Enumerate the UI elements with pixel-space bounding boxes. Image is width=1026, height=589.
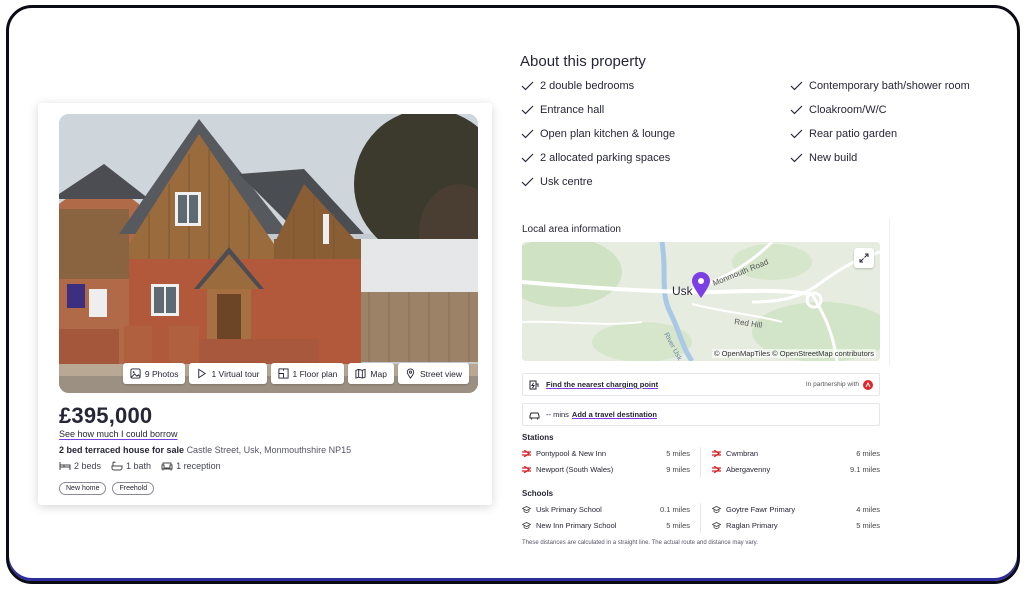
feature-item: Entrance hall [521, 104, 604, 116]
tag-new-home: New home [59, 482, 107, 495]
media-buttons: 9 Photos 1 Virtual tour 1 Floor plan Map… [122, 363, 469, 384]
map-label-town: Usk [672, 284, 694, 298]
tag-freehold: Freehold [112, 482, 155, 495]
school-item: Raglan Primary 5 miles [712, 521, 880, 530]
national-rail-icon [522, 450, 531, 457]
check-icon [790, 105, 803, 115]
car-icon [529, 412, 540, 419]
graduation-cap-icon [712, 522, 721, 529]
spec-beds: 2 beds [59, 461, 101, 471]
feature-item: 2 allocated parking spaces [521, 152, 670, 164]
check-icon [521, 81, 534, 91]
travel-destination-row: -- mins Add a travel destination [522, 403, 880, 426]
sofa-icon [161, 462, 173, 471]
charging-point-link[interactable]: Find the nearest charging point [546, 380, 658, 389]
schools-divider [700, 503, 701, 533]
check-icon [521, 177, 534, 187]
check-icon [790, 129, 803, 139]
local-area-section: Local area information Usk Monmouth Road… [520, 218, 890, 366]
school-item: New Inn Primary School 5 miles [522, 521, 690, 530]
partnership: In partnership with [806, 379, 873, 390]
national-rail-icon [712, 466, 721, 473]
play-icon [198, 368, 207, 379]
property-address: Castle Street, Usk, Monmouthshire NP15 [186, 445, 352, 455]
location-pin-icon [406, 368, 415, 379]
feature-item: Usk centre [521, 176, 593, 188]
local-map[interactable]: Usk Monmouth Road Red Hill River Usk © O… [522, 242, 880, 361]
property-specs: 2 beds 1 bath 1 reception [59, 461, 221, 471]
graduation-cap-icon [522, 522, 531, 529]
spec-bath: 1 bath [111, 461, 151, 471]
expand-icon [859, 253, 869, 263]
check-icon [521, 105, 534, 115]
bath-icon [111, 461, 123, 471]
station-item: Newport (South Wales) 9 miles [522, 465, 690, 474]
property-card: 9 Photos 1 Virtual tour 1 Floor plan Map… [38, 103, 492, 505]
price: £395,000 [59, 403, 153, 428]
feature-item: 2 double bedrooms [521, 80, 634, 92]
bed-icon [59, 462, 71, 470]
check-icon [790, 153, 803, 163]
stations-title: Stations [522, 433, 554, 442]
charging-point-row: Find the nearest charging point In partn… [522, 373, 880, 396]
school-item: Usk Primary School 0.1 miles [522, 505, 690, 514]
national-rail-icon [712, 450, 721, 457]
feature-item: New build [790, 152, 857, 164]
property-tags: New home Freehold [59, 482, 155, 495]
virtual-tour-button[interactable]: 1 Virtual tour [189, 363, 267, 384]
school-item: Goytre Fawr Primary 4 miles [712, 505, 880, 514]
photos-button[interactable]: 9 Photos [122, 363, 186, 384]
distance-footnote: These distances are calculated in a stra… [522, 540, 758, 546]
check-icon [790, 81, 803, 91]
floor-plan-button[interactable]: 1 Floor plan [270, 363, 345, 384]
ev-charger-icon [529, 380, 539, 389]
feature-item: Rear patio garden [790, 128, 897, 140]
map-icon [355, 368, 366, 379]
property-type: 2 bed terraced house for sale [59, 445, 185, 455]
add-travel-destination-link[interactable]: Add a travel destination [572, 410, 657, 419]
check-icon [521, 129, 534, 139]
property-photo[interactable]: 9 Photos 1 Virtual tour 1 Floor plan Map… [59, 114, 478, 393]
street-view-button[interactable]: Street view [397, 363, 469, 384]
feature-item: Cloakroom/W/C [790, 104, 887, 116]
graduation-cap-icon [522, 506, 531, 513]
schools-title: Schools [522, 489, 554, 498]
map-button[interactable]: Map [348, 363, 394, 384]
photos-icon [130, 368, 141, 379]
property-description: 2 bed terraced house for sale Castle Str… [59, 445, 351, 455]
feature-item: Open plan kitchen & lounge [521, 128, 675, 140]
check-icon [521, 153, 534, 163]
floorplan-icon [277, 368, 289, 379]
borrow-link[interactable]: See how much I could borrow [59, 429, 178, 439]
national-rail-icon [522, 466, 531, 473]
feature-item: Contemporary bath/shower room [790, 80, 970, 92]
local-area-title: Local area information [522, 224, 621, 235]
expand-map-button[interactable] [854, 248, 874, 268]
station-item: Abergavenny 9.1 miles [712, 465, 880, 474]
station-item: Pontypool & New Inn 5 miles [522, 449, 690, 458]
station-item: Cwmbran 6 miles [712, 449, 880, 458]
partner-logo-icon [863, 379, 873, 390]
spec-reception: 1 reception [161, 461, 221, 471]
about-title: About this property [520, 53, 646, 70]
stations-divider [700, 447, 701, 477]
map-attribution: © OpenMapTiles © OpenStreetMap contribut… [711, 349, 876, 358]
graduation-cap-icon [712, 506, 721, 513]
